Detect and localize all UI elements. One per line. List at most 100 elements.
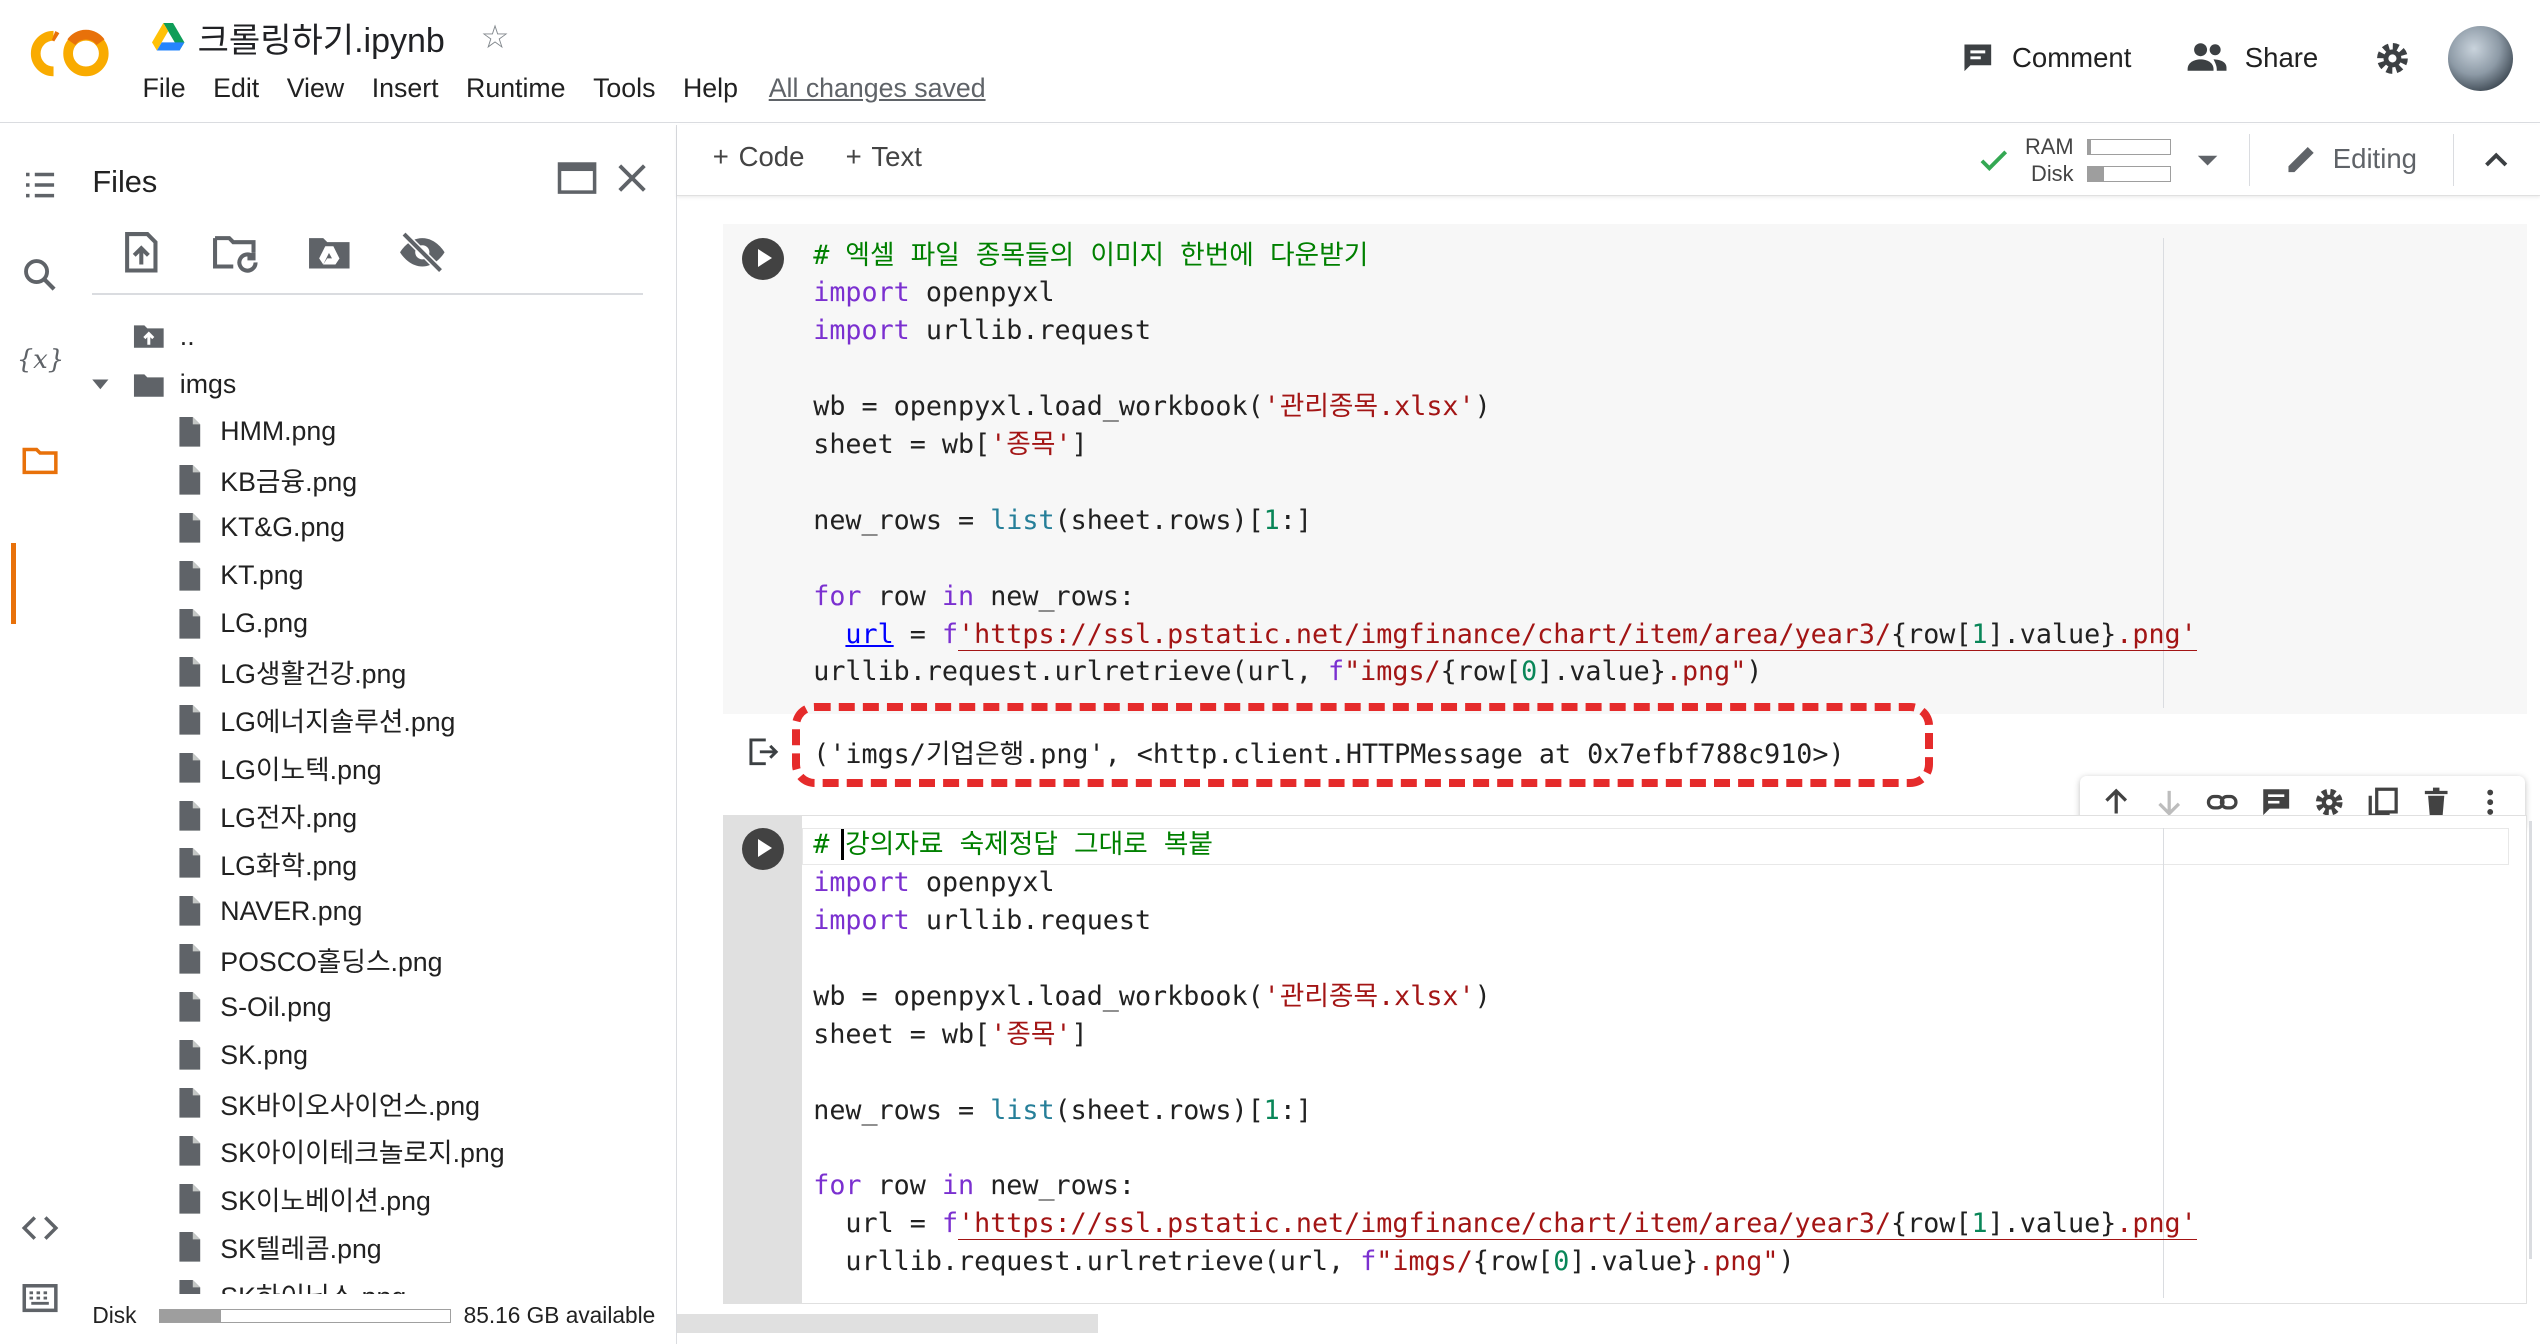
editing-label: Editing <box>2332 142 2417 174</box>
file-row[interactable]: SK이노베이션.png <box>172 1175 431 1222</box>
file-tree: .. imgs HMM.png KB금융.png KT&G.png KT.png LG.… <box>78 313 676 1295</box>
variables-icon[interactable]: {𝑥} <box>16 345 65 387</box>
resource-labels: RAM Disk <box>2025 133 2074 188</box>
code-text: openpyxl <box>925 277 1055 309</box>
caret-down-icon[interactable] <box>89 373 112 396</box>
file-row[interactable]: SK아이이테크놀로지.png <box>172 1128 505 1175</box>
file-row[interactable]: LG이노텍.png <box>172 744 382 791</box>
file-icon <box>179 1184 200 1214</box>
file-name: LG에너지솔루션.png <box>220 706 456 737</box>
menu-view[interactable]: View <box>287 73 357 104</box>
file-name: SK바이오사이언스.png <box>220 1090 480 1121</box>
file-row[interactable]: S-Oil.png <box>172 984 332 1031</box>
horizontal-scrollbar[interactable] <box>677 1313 1099 1334</box>
code-comment: # <box>813 829 830 861</box>
refresh-folder-icon[interactable] <box>211 228 260 277</box>
code-text: ] <box>1071 1018 1088 1050</box>
close-panel-icon[interactable] <box>611 157 653 199</box>
add-comment-icon[interactable] <box>2260 786 2292 818</box>
settings-gear-icon[interactable] <box>2373 39 2412 78</box>
run-cell-1-button[interactable] <box>741 238 785 281</box>
share-button[interactable]: Share <box>2186 40 2318 76</box>
code-text: new_rows = <box>813 1094 991 1126</box>
command-palette-icon[interactable] <box>19 1277 61 1319</box>
parent-directory-row[interactable]: .. <box>131 313 195 360</box>
user-avatar[interactable] <box>2447 25 2513 91</box>
connected-check-icon <box>1980 150 2008 171</box>
file-row[interactable]: HMM.png <box>172 408 336 455</box>
file-row[interactable]: SK하이닉스.png <box>172 1271 406 1295</box>
code-variable-link[interactable]: url <box>845 619 893 650</box>
folder-imgs-label: imgs <box>179 369 237 400</box>
move-up-icon[interactable] <box>2100 786 2132 818</box>
search-icon[interactable] <box>19 254 61 296</box>
file-row[interactable]: LG전자.png <box>172 792 357 839</box>
file-row[interactable]: LG생활건강.png <box>172 648 406 695</box>
notebook-title[interactable]: 크롤링하기.ipynb <box>198 13 445 62</box>
files-panel-title: Files <box>92 163 158 199</box>
cell-2-code[interactable]: # 강의자료 숙제정답 그대로 복붙 import openpyxl impor… <box>813 826 2197 1281</box>
dropdown-caret-icon[interactable] <box>2193 146 2222 175</box>
table-of-contents-icon[interactable] <box>19 164 61 206</box>
code-string: '관리종목.xlsx' <box>1263 980 1475 1012</box>
code-builtin: list <box>990 504 1055 536</box>
open-in-tab-icon[interactable] <box>556 157 598 199</box>
menu-edit[interactable]: Edit <box>213 73 272 104</box>
code-text: new_rows: <box>974 580 1135 612</box>
comment-button[interactable]: Comment <box>1960 40 2131 76</box>
cell-1-code[interactable]: # 엑셀 파일 종목들의 이미지 한번에 다운받기 import openpyx… <box>813 237 2197 692</box>
file-row[interactable]: SK.png <box>172 1032 308 1079</box>
resources-indicator[interactable]: RAM Disk <box>1976 133 2222 188</box>
code-text: (sheet.rows)[ <box>1054 504 1264 536</box>
collapse-header-icon[interactable] <box>2480 144 2512 176</box>
more-options-icon[interactable] <box>2474 786 2506 818</box>
code-string: .png' <box>2116 618 2197 651</box>
colab-logo-icon[interactable] <box>26 26 113 81</box>
code-snippets-icon[interactable] <box>19 1207 61 1249</box>
vertical-scrollbar[interactable] <box>2528 821 2533 1259</box>
run-cell-2-button[interactable] <box>741 827 785 870</box>
file-row[interactable]: KT.png <box>172 552 303 599</box>
file-row[interactable]: NAVER.png <box>172 888 362 935</box>
disk-label: Disk <box>92 1302 137 1329</box>
file-icon <box>179 1136 200 1166</box>
star-icon[interactable]: ☆ <box>480 18 509 56</box>
menu-tools[interactable]: Tools <box>593 73 668 104</box>
code-text: ].value} <box>1987 1208 2117 1241</box>
menu-runtime[interactable]: Runtime <box>466 73 578 104</box>
add-text-button[interactable]: + Text <box>846 141 922 173</box>
editing-mode-button[interactable]: Editing <box>2284 141 2417 177</box>
files-folder-icon[interactable] <box>19 439 61 481</box>
top-header: 크롤링하기.ipynb ☆ File Edit View Insert Runt… <box>0 0 2540 124</box>
mount-drive-icon[interactable] <box>305 228 354 277</box>
hidden-files-eye-icon[interactable] <box>398 228 447 277</box>
save-status-link[interactable]: All changes saved <box>769 73 999 104</box>
google-drive-icon[interactable] <box>152 22 185 52</box>
menu-file[interactable]: File <box>143 73 199 104</box>
share-label: Share <box>2244 42 2319 74</box>
file-row[interactable]: SK텔레콤.png <box>172 1223 382 1270</box>
menu-insert[interactable]: Insert <box>372 73 452 104</box>
delete-trash-icon[interactable] <box>2420 786 2452 818</box>
mirror-cell-icon[interactable] <box>2367 786 2399 818</box>
file-row[interactable]: KB금융.png <box>172 456 357 503</box>
output-icon[interactable] <box>745 734 781 770</box>
move-down-icon[interactable] <box>2153 786 2185 818</box>
menu-help[interactable]: Help <box>683 73 751 104</box>
link-icon[interactable] <box>2206 786 2238 818</box>
file-row[interactable]: POSCO홀딩스.png <box>172 936 443 983</box>
file-row[interactable]: KT&G.png <box>172 504 345 551</box>
file-row[interactable]: SK바이오사이언스.png <box>172 1080 480 1127</box>
folder-imgs-row[interactable]: imgs <box>89 361 236 408</box>
add-code-button[interactable]: + Code <box>713 141 805 173</box>
cell-2-gutter <box>722 814 802 1305</box>
file-icon <box>179 848 200 879</box>
comment-label: Comment <box>2012 42 2132 74</box>
upload-file-icon[interactable] <box>117 228 166 277</box>
file-row[interactable]: LG.png <box>172 600 308 647</box>
cell-settings-gear-icon[interactable] <box>2313 786 2345 818</box>
pencil-icon <box>2288 146 2314 173</box>
file-row[interactable]: LG화학.png <box>172 840 357 887</box>
code-text: ].value} <box>1537 656 1666 688</box>
file-row[interactable]: LG에너지솔루션.png <box>172 696 456 743</box>
